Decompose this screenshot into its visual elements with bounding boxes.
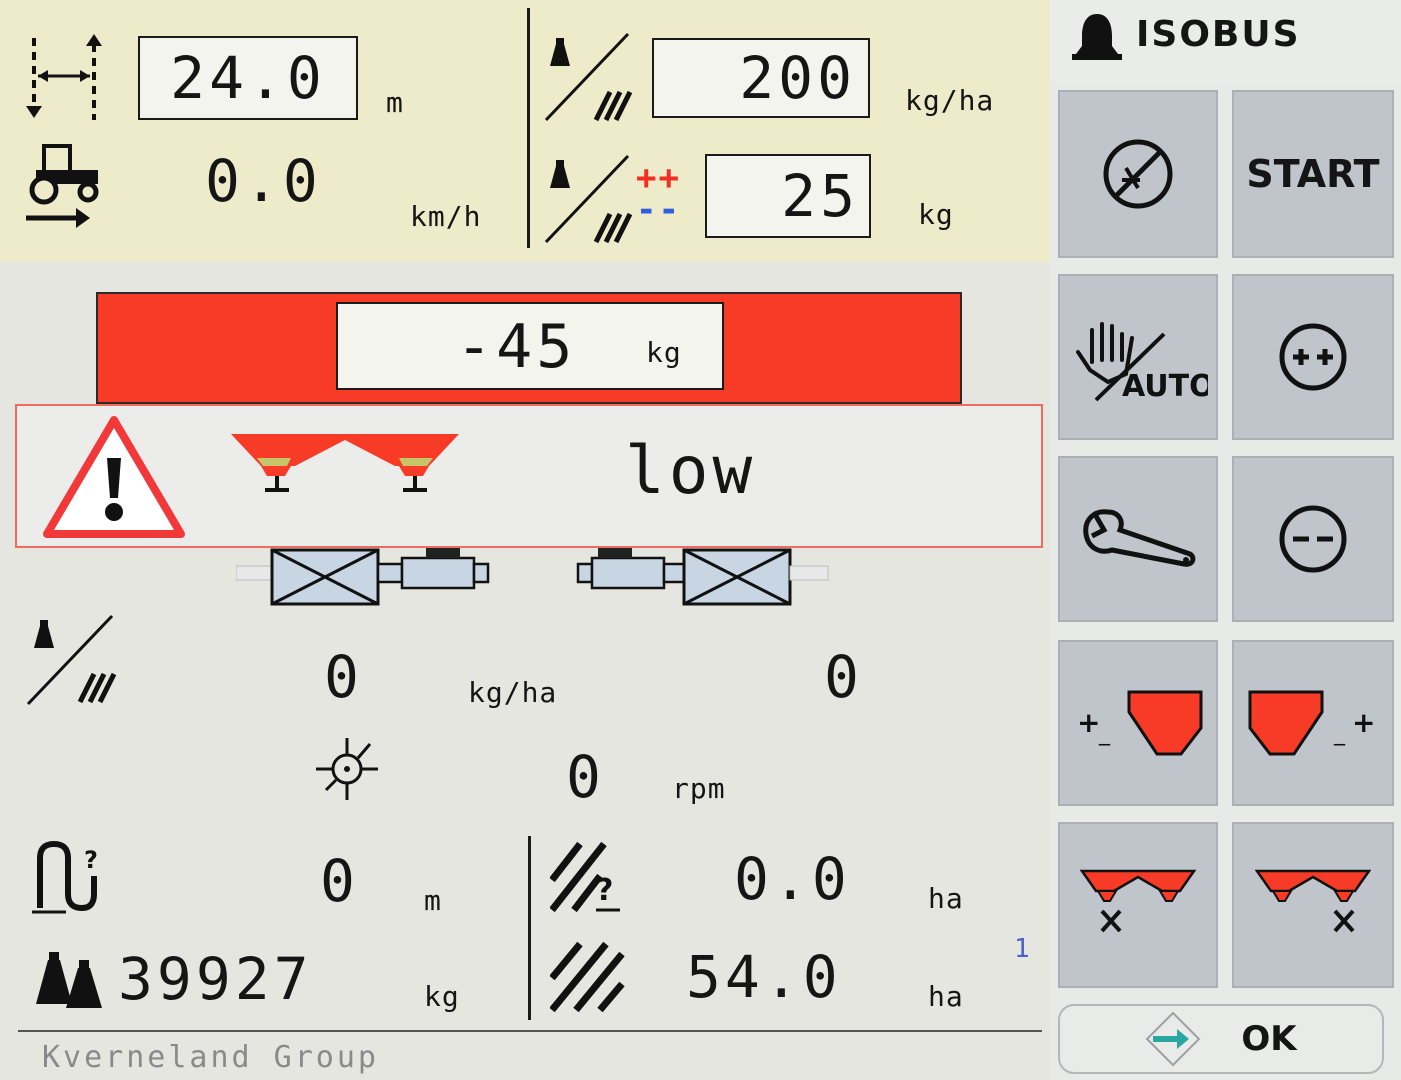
area-total-value: 54.0 xyxy=(686,943,842,1011)
hopper-icon xyxy=(231,434,459,492)
svg-text:+: + xyxy=(1352,706,1375,739)
left-section-off-icon xyxy=(1080,869,1196,933)
area-partial-value: 0.0 xyxy=(734,845,851,913)
manual-auto-icon: AUTO xyxy=(1076,322,1208,402)
isobus-title: ISOBUS xyxy=(1136,14,1301,55)
rate-step-minus: -- xyxy=(636,190,681,230)
start-button-label: START xyxy=(1246,152,1380,196)
total-weight-icon xyxy=(36,952,102,1008)
working-width-unit: m xyxy=(386,86,404,119)
ok-button[interactable]: OK xyxy=(1058,1004,1384,1074)
svg-text:AUTO: AUTO xyxy=(1122,369,1208,402)
low-level-alarm: low xyxy=(15,404,1043,548)
right-section-off-icon xyxy=(1255,869,1371,933)
target-rate-unit: kg/ha xyxy=(905,84,995,117)
right-hopper-adjust-button[interactable]: _ + xyxy=(1232,640,1394,806)
manual-auto-button[interactable]: AUTO xyxy=(1058,274,1218,440)
counter-index: 1 xyxy=(1014,934,1030,964)
right-section-off-button[interactable] xyxy=(1232,822,1394,988)
left-hopper-adjust-button[interactable]: + _ xyxy=(1058,640,1218,806)
ok-arrow-icon xyxy=(1145,1011,1201,1067)
svg-text:_: _ xyxy=(1333,721,1346,746)
target-rate-field[interactable]: 200 xyxy=(652,38,870,118)
svg-text:+: + xyxy=(1077,706,1100,739)
area-total-unit: ha xyxy=(928,980,964,1013)
speed-value: 0.0 xyxy=(205,147,322,215)
actual-rate-left: 0 xyxy=(324,643,363,711)
area-partial-unit: ha xyxy=(928,882,964,915)
total-weight-unit: kg xyxy=(424,980,460,1013)
rate-per-area-icon xyxy=(544,32,633,122)
bottom-divider xyxy=(528,836,531,1020)
right-hopper-adjust-icon: _ + xyxy=(1248,690,1375,756)
rate-step-icon xyxy=(544,154,633,244)
bell-icon[interactable] xyxy=(1070,10,1124,64)
actual-rate-icon xyxy=(26,614,117,706)
left-section-off-button[interactable] xyxy=(1058,822,1218,988)
wrench-icon xyxy=(1083,509,1196,567)
disc-speed-value: 0 xyxy=(566,743,605,811)
working-width-field[interactable]: 24.0 xyxy=(138,36,358,120)
headland-distance-icon: ? xyxy=(32,840,98,914)
rate-minus-icon xyxy=(1279,505,1347,573)
svg-text:?: ? xyxy=(596,873,613,908)
svg-text:?: ? xyxy=(84,846,98,874)
rate-minus-button[interactable] xyxy=(1232,456,1394,622)
distance-value: 0 xyxy=(320,847,359,915)
actual-rate-unit: kg/ha xyxy=(468,676,558,709)
ok-label: OK xyxy=(1241,1019,1297,1059)
top-divider xyxy=(527,8,530,248)
disc-speed-icon xyxy=(316,738,378,800)
rate-step-unit: kg xyxy=(918,198,954,231)
distance-unit: m xyxy=(424,884,442,917)
spreader-discs-diagram xyxy=(236,548,829,606)
working-width-icon xyxy=(26,34,102,120)
left-hopper-adjust-icon: + _ xyxy=(1077,690,1203,756)
start-button[interactable]: START xyxy=(1232,90,1394,258)
footer-divider xyxy=(18,1030,1042,1032)
alarm-text: low xyxy=(625,432,757,509)
rate-plus-button[interactable] xyxy=(1232,274,1394,440)
isobus-header: ISOBUS xyxy=(1050,0,1401,84)
warning-icon xyxy=(43,416,185,538)
disc-speed-unit: rpm xyxy=(672,772,726,805)
rate-plus-icon xyxy=(1279,323,1347,391)
actual-rate-right: 0 xyxy=(824,643,863,711)
area-total-icon xyxy=(550,942,625,1012)
speed-sensor-off-button[interactable] xyxy=(1058,90,1218,258)
rate-step-field[interactable]: 25 xyxy=(705,154,871,238)
area-partial-icon: ? xyxy=(550,841,620,913)
total-weight-value: 39927 xyxy=(118,945,313,1013)
svg-text:_: _ xyxy=(1098,721,1111,746)
brand-footer: Kverneland Group xyxy=(42,1040,379,1075)
tractor-speed-icon xyxy=(26,144,99,228)
speed-unit: km/h xyxy=(410,200,482,233)
speed-sensor-off-icon xyxy=(1103,139,1173,209)
settings-button[interactable] xyxy=(1058,456,1218,622)
hopper-weight-box: -45 kg xyxy=(336,302,724,390)
hopper-weight-value: -45 xyxy=(456,312,577,382)
hopper-weight-unit: kg xyxy=(646,336,682,369)
